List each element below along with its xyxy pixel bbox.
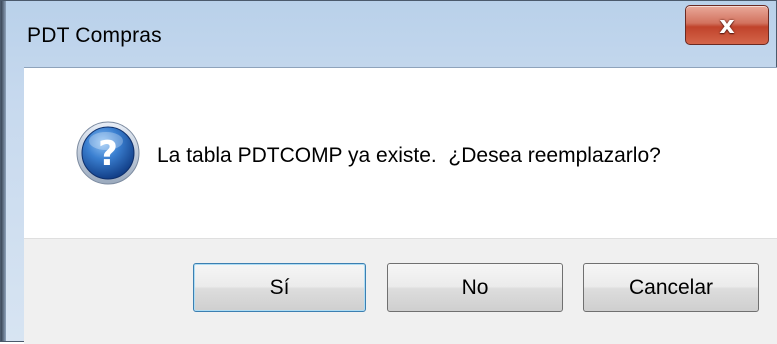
dialog-body: ? La tabla PDTCOMP ya existe. ¿Desea ree… [24, 67, 777, 344]
close-button[interactable]: x [685, 5, 769, 45]
title-bar[interactable]: PDT Compras x [1, 1, 777, 67]
question-icon: ? [76, 121, 140, 185]
message-dialog: PDT Compras x ? La tabla PDTCOMP ya exis… [0, 0, 777, 344]
yes-button[interactable]: Sí [193, 263, 366, 312]
close-icon: x [719, 11, 735, 39]
cancel-button[interactable]: Cancelar [583, 263, 759, 312]
message-area: ? La tabla PDTCOMP ya existe. ¿Desea ree… [24, 68, 777, 238]
message-text: La tabla PDTCOMP ya existe. ¿Desea reemp… [157, 144, 661, 167]
button-bar: Sí No Cancelar [24, 238, 777, 344]
no-button[interactable]: No [387, 263, 563, 312]
window-title: PDT Compras [27, 24, 162, 47]
svg-text:?: ? [98, 134, 118, 174]
